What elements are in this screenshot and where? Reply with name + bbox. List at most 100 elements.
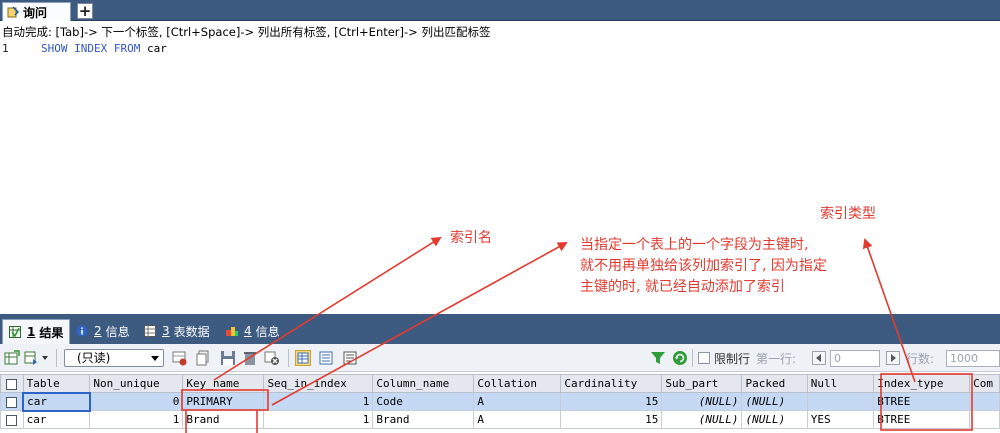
table-cell[interactable]: PRIMARY xyxy=(182,392,265,411)
table-cell[interactable]: 15 xyxy=(560,410,663,429)
results-grid-icon xyxy=(9,326,21,338)
readonly-mode-value: (只读) xyxy=(77,351,111,365)
table-cell[interactable]: 1 xyxy=(89,410,184,429)
sql-keywords: SHOW INDEX FROM xyxy=(41,42,141,55)
sql-table-name: car xyxy=(140,42,167,55)
sql-code-line[interactable]: SHOW INDEX FROM car xyxy=(41,42,167,55)
column-header[interactable]: Sub_part xyxy=(661,374,743,393)
table-cell[interactable]: A xyxy=(473,392,562,411)
table-cell[interactable]: (NULL) xyxy=(661,410,743,429)
column-header[interactable]: Index_type xyxy=(873,374,971,393)
toolbar-divider xyxy=(692,349,693,367)
table-cell[interactable]: (NULL) xyxy=(741,392,808,411)
tab-query[interactable]: 询问 xyxy=(2,2,71,21)
column-header[interactable]: Key_name xyxy=(182,374,265,393)
table-cell[interactable]: A xyxy=(473,410,562,429)
table-cell[interactable] xyxy=(969,392,1000,411)
next-page-button[interactable] xyxy=(886,351,900,365)
table-row[interactable]: car 0 PRIMARY 1 Code A 15 (NULL) (NULL) … xyxy=(0,391,1000,412)
cancel-changes-icon[interactable] xyxy=(264,350,280,366)
query-tab-bar: 询问 + xyxy=(0,0,1000,21)
column-header[interactable]: Com xyxy=(969,374,1000,393)
insert-row-icon[interactable] xyxy=(172,350,188,366)
tab-messages-label: 信息 xyxy=(105,324,130,339)
rows-count-input[interactable]: 1000 xyxy=(946,350,1000,367)
select-all-checkbox[interactable] xyxy=(0,374,24,393)
table-cell[interactable]: (NULL) xyxy=(661,392,743,411)
table-cell[interactable]: car xyxy=(22,410,91,429)
row-checkbox[interactable] xyxy=(0,392,24,411)
grid-view-icon[interactable] xyxy=(295,350,311,366)
column-header[interactable]: Packed xyxy=(741,374,808,393)
tab-table-data-label: 表数据 xyxy=(173,324,210,339)
annotation-primary-key-line-3: 主键的时, 就已经自动添加了索引 xyxy=(580,279,785,295)
column-header[interactable]: Cardinality xyxy=(560,374,663,393)
annotation-primary-key-line-1: 当指定一个表上的一个字段为主键时, xyxy=(580,237,809,253)
filter-icon[interactable] xyxy=(650,350,666,366)
table-cell[interactable]: Brand xyxy=(372,410,475,429)
first-row-label: 第一行: xyxy=(756,352,797,366)
toolbar-divider xyxy=(56,349,57,367)
chevron-down-icon xyxy=(151,356,159,361)
row-checkbox[interactable] xyxy=(0,410,24,429)
refresh-icon[interactable] xyxy=(672,350,688,366)
info-icon xyxy=(76,325,88,337)
table-data-icon xyxy=(144,325,156,337)
previous-page-button[interactable] xyxy=(812,351,826,365)
copy-options-icon[interactable] xyxy=(24,350,40,366)
dropdown-arrow-icon[interactable] xyxy=(42,356,48,360)
table-cell[interactable] xyxy=(806,392,875,411)
tab-messages[interactable]: 2 信息 xyxy=(76,320,130,342)
table-cell[interactable]: YES xyxy=(806,410,875,429)
table-cell[interactable]: Brand xyxy=(182,410,265,429)
annotation-primary-key-line-2: 就不用再单独给该列加索引了, 因为指定 xyxy=(580,258,827,274)
tab-table-data[interactable]: 3 表数据 xyxy=(144,320,210,342)
tab-results-label: 结果 xyxy=(39,325,64,340)
table-cell[interactable]: Code xyxy=(372,392,475,411)
grid-header-row: Table Non_unique Key_name Seq_in_index C… xyxy=(0,374,1000,393)
export-grid-icon[interactable] xyxy=(4,350,20,366)
first-row-input[interactable]: 0 xyxy=(830,350,880,367)
duplicate-row-icon[interactable] xyxy=(196,350,212,366)
tab-info[interactable]: 4 信息 xyxy=(226,320,280,342)
table-cell[interactable] xyxy=(969,410,1000,429)
tab-query-label: 询问 xyxy=(23,5,48,20)
table-cell[interactable]: 15 xyxy=(560,392,663,411)
annotation-index-type: 索引类型 xyxy=(820,206,876,222)
autocomplete-hint: 自动完成: [Tab]-> 下一个标签, [Ctrl+Space]-> 列出所有… xyxy=(2,25,491,39)
table-cell[interactable]: 1 xyxy=(263,410,374,429)
column-header[interactable]: Table xyxy=(22,374,91,393)
column-header[interactable]: Seq_in_index xyxy=(263,374,374,393)
table-cell[interactable]: (NULL) xyxy=(741,410,808,429)
limit-rows-checkbox[interactable] xyxy=(698,352,710,364)
sql-editor[interactable]: 1 SHOW INDEX FROM car xyxy=(0,40,1000,312)
form-view-icon[interactable] xyxy=(318,350,334,366)
table-cell[interactable]: 0 xyxy=(89,392,184,411)
result-toolbar: (只读) 限制行 第一行: 0 行数: 1000 xyxy=(0,344,1000,372)
tab-info-label: 信息 xyxy=(255,324,280,339)
table-cell[interactable]: BTREE xyxy=(873,392,971,411)
table-row[interactable]: car 1 Brand 1 Brand A 15 (NULL) (NULL) Y… xyxy=(0,410,1000,429)
save-icon[interactable] xyxy=(220,350,236,366)
readonly-mode-select[interactable]: (只读) xyxy=(64,349,164,367)
info-blocks-icon xyxy=(226,325,238,337)
table-cell[interactable]: BTREE xyxy=(873,410,971,429)
rows-count-label: 行数: xyxy=(906,352,935,366)
tab-results[interactable]: 1 结果 xyxy=(2,319,71,344)
query-icon xyxy=(7,6,20,18)
add-tab-button[interactable]: + xyxy=(77,3,93,19)
chevron-right-icon xyxy=(891,354,896,362)
delete-row-icon[interactable] xyxy=(242,350,258,366)
column-header[interactable]: Non_unique xyxy=(89,374,184,393)
column-header[interactable]: Null xyxy=(806,374,875,393)
table-cell[interactable]: 1 xyxy=(263,392,374,411)
text-view-icon[interactable] xyxy=(342,350,358,366)
column-header[interactable]: Column_name xyxy=(372,374,475,393)
line-number: 1 xyxy=(2,42,9,55)
table-cell[interactable]: car xyxy=(22,391,91,412)
column-header[interactable]: Collation xyxy=(473,374,562,393)
annotation-primary-key-note: 当指定一个表上的一个字段为主键时, 就不用再单独给该列加索引了, 因为指定 主键… xyxy=(580,235,827,298)
result-grid[interactable]: Table Non_unique Key_name Seq_in_index C… xyxy=(0,374,1000,433)
tab-info-number: 4 xyxy=(244,324,252,338)
annotation-index-name: 索引名 xyxy=(450,230,492,246)
